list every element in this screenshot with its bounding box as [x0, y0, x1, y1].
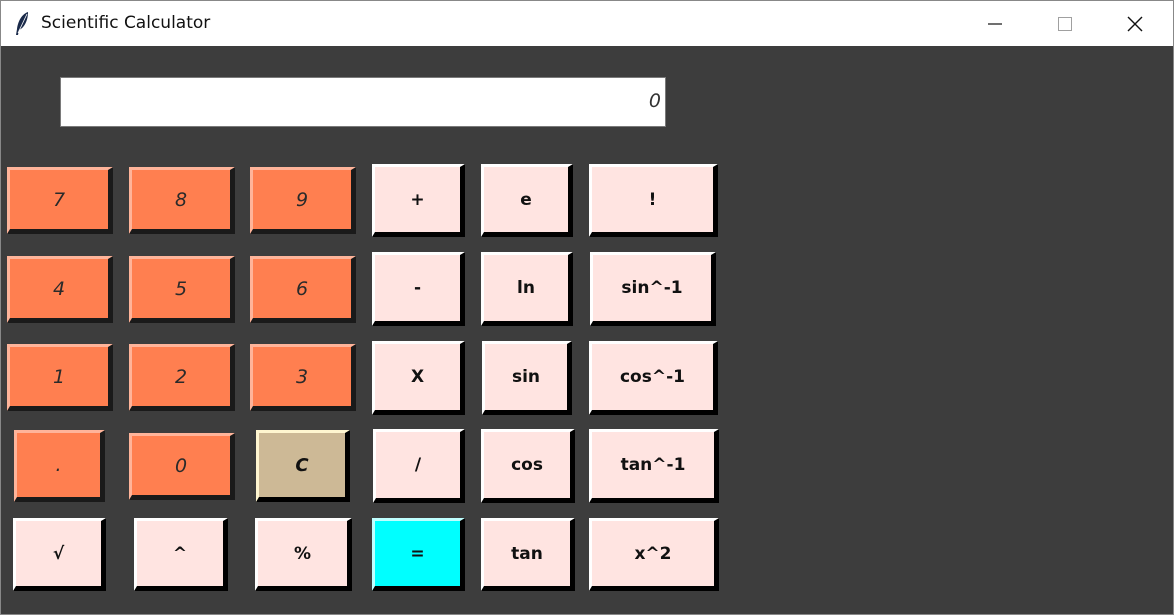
- button-label: =: [410, 543, 425, 564]
- cos-button[interactable]: cos: [481, 429, 575, 503]
- button-5[interactable]: 5: [129, 256, 235, 323]
- button-label: cos^-1: [619, 367, 685, 387]
- percent-button[interactable]: %: [255, 518, 352, 591]
- display-field[interactable]: 0: [60, 77, 666, 127]
- maximize-icon: [1058, 16, 1072, 31]
- button-label: C: [295, 454, 309, 476]
- minimize-button[interactable]: [960, 1, 1030, 46]
- button-label: cos: [511, 455, 543, 475]
- button-label: 1: [52, 365, 66, 388]
- divide-button[interactable]: /: [373, 429, 465, 503]
- tan-button[interactable]: tan: [481, 518, 575, 591]
- button-label: ^: [172, 543, 188, 564]
- button-0[interactable]: 0: [129, 433, 235, 500]
- power-button[interactable]: ^: [134, 518, 228, 591]
- clear-button[interactable]: C: [256, 430, 350, 502]
- button-3[interactable]: 3: [250, 344, 356, 411]
- sin-button[interactable]: sin: [482, 341, 572, 415]
- button-label: sin^-1: [621, 278, 683, 298]
- acos-button[interactable]: cos^-1: [589, 341, 718, 415]
- atan-button[interactable]: tan^-1: [589, 429, 719, 503]
- factorial-button[interactable]: !: [589, 164, 718, 237]
- button-label: 0: [174, 454, 188, 477]
- button-label: 9: [295, 188, 309, 211]
- button-7[interactable]: 7: [7, 167, 113, 234]
- maximize-button[interactable]: [1030, 1, 1100, 46]
- ln-button[interactable]: ln: [481, 252, 573, 326]
- display-value: 0: [648, 90, 661, 112]
- equals-button[interactable]: =: [372, 518, 465, 591]
- button-label: √: [52, 543, 65, 564]
- button-2[interactable]: 2: [129, 344, 235, 411]
- button-label: sin: [511, 367, 541, 387]
- minimize-icon: [988, 22, 1002, 25]
- button-8[interactable]: 8: [129, 167, 235, 234]
- decimal-button[interactable]: .: [14, 430, 105, 502]
- button-label: e: [520, 189, 532, 210]
- button-label: tan: [511, 543, 543, 564]
- button-label: 5: [174, 277, 188, 300]
- button-4[interactable]: 4: [7, 256, 113, 323]
- button-label: %: [293, 543, 312, 564]
- button-label: !: [648, 189, 657, 210]
- button-label: -: [413, 278, 422, 298]
- square-button[interactable]: x^2: [589, 518, 719, 591]
- button-label: 2: [174, 365, 188, 388]
- calculator-window: Scientific Calculator 0 7 8 9 + e ! 4 5 …: [0, 0, 1174, 615]
- close-icon: [1127, 16, 1143, 31]
- plus-button[interactable]: +: [372, 164, 465, 237]
- button-label: +: [410, 189, 425, 210]
- e-button[interactable]: e: [481, 164, 573, 237]
- button-label: 8: [174, 188, 188, 211]
- multiply-button[interactable]: X: [372, 341, 465, 415]
- button-label: 7: [52, 188, 66, 211]
- button-label: 4: [52, 277, 66, 300]
- button-9[interactable]: 9: [250, 167, 356, 234]
- button-label: ln: [517, 278, 535, 298]
- close-button[interactable]: [1100, 1, 1170, 46]
- title-bar[interactable]: Scientific Calculator: [1, 1, 1173, 46]
- button-label: X: [410, 367, 425, 387]
- button-label: .: [55, 454, 62, 476]
- button-label: x^2: [634, 543, 672, 564]
- button-label: 6: [295, 277, 309, 300]
- button-label: tan^-1: [620, 455, 686, 475]
- button-1[interactable]: 1: [7, 344, 113, 411]
- feather-icon: [16, 12, 28, 35]
- minus-button[interactable]: -: [372, 252, 465, 326]
- sqrt-button[interactable]: √: [13, 518, 106, 591]
- window-title: Scientific Calculator: [41, 13, 211, 33]
- button-label: 3: [295, 365, 309, 388]
- asin-button[interactable]: sin^-1: [590, 252, 716, 326]
- button-label: /: [414, 455, 422, 475]
- button-6[interactable]: 6: [250, 256, 356, 323]
